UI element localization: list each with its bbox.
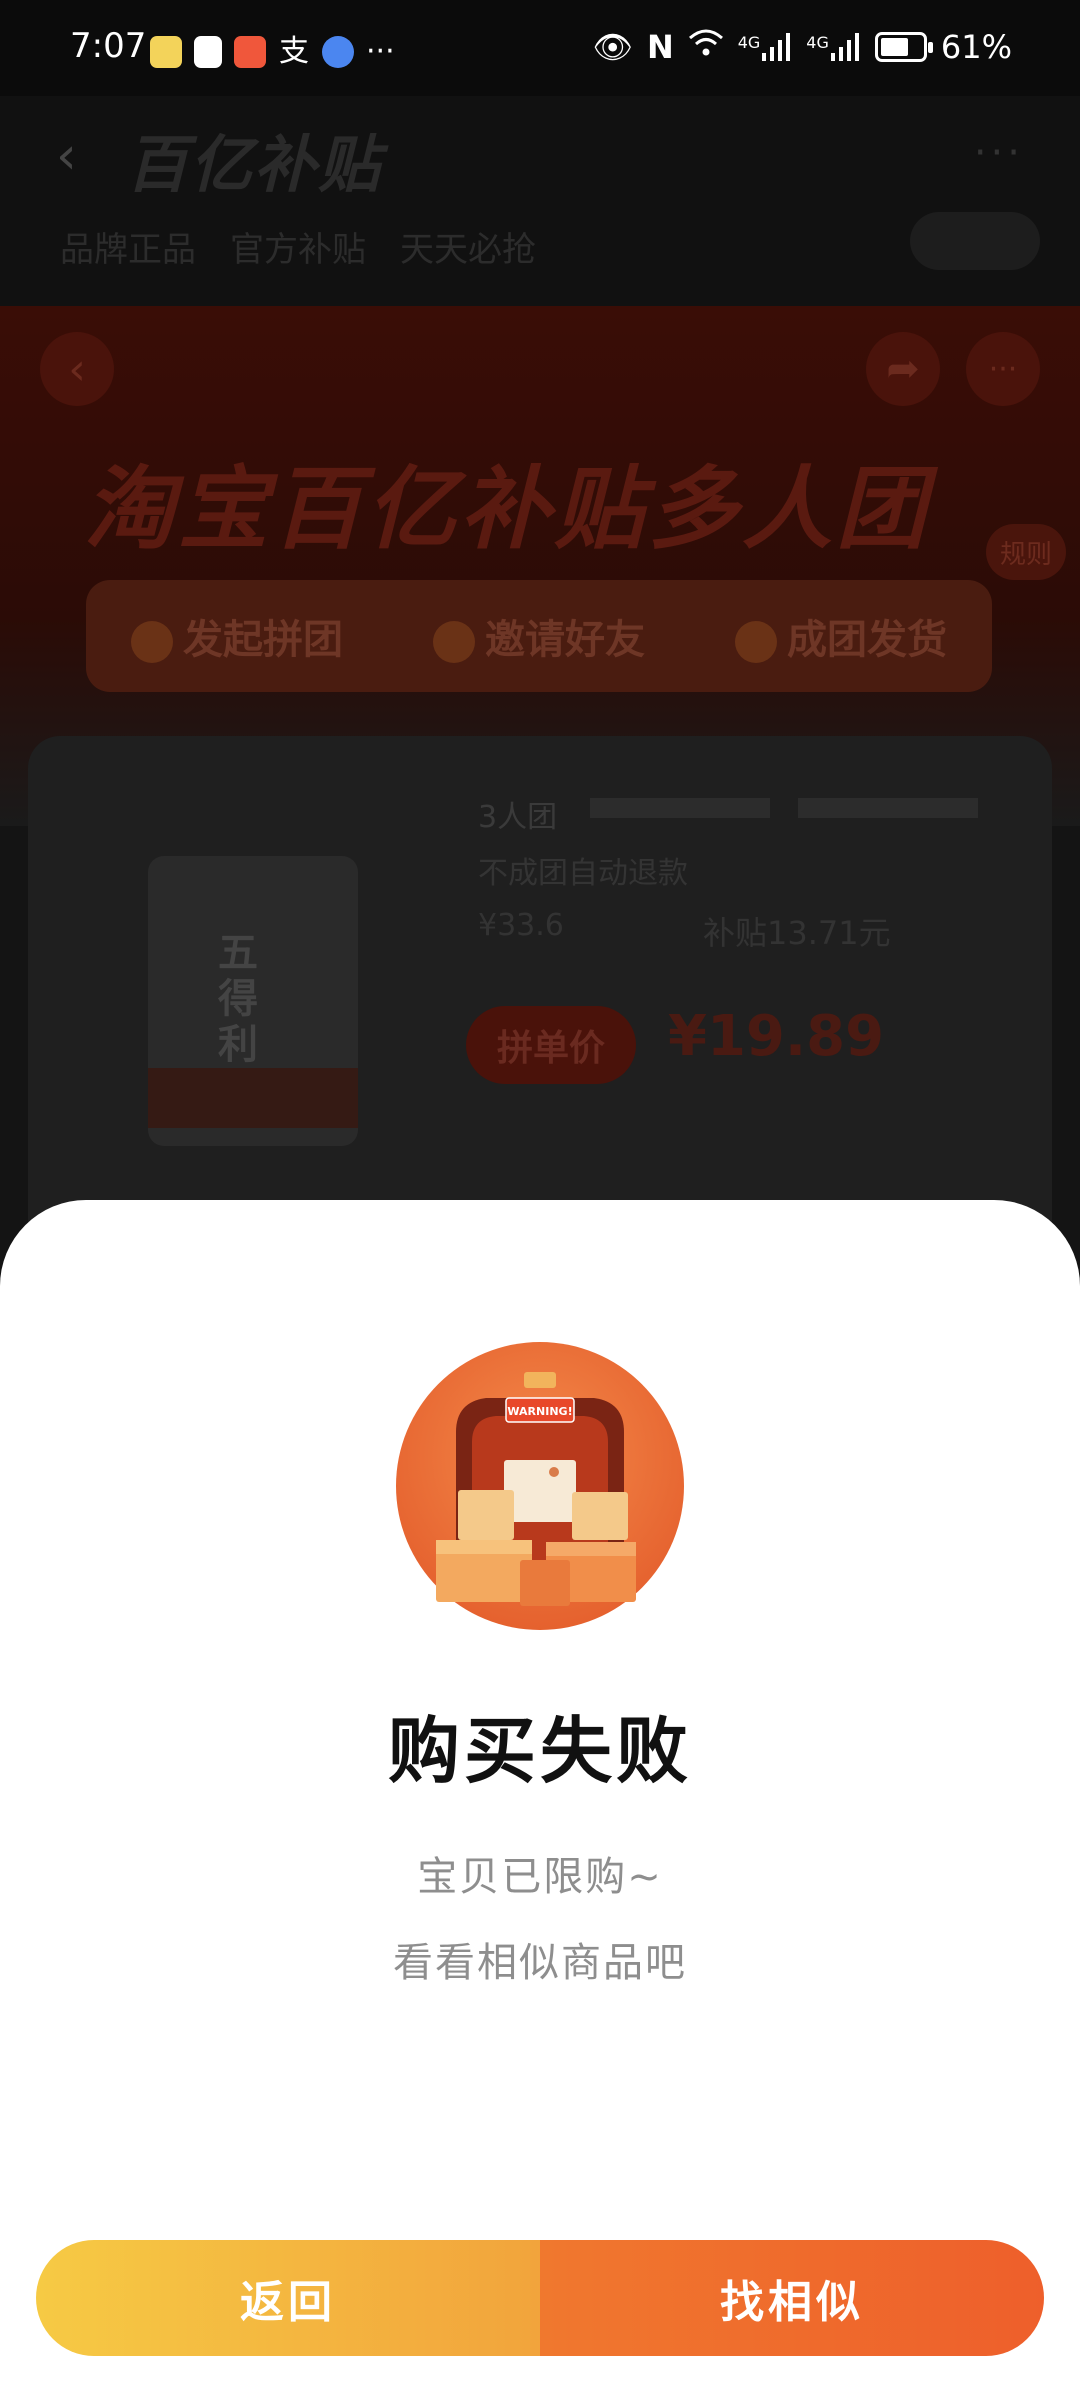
more-icon: ··· (966, 332, 1040, 406)
step-item: 邀请好友 (433, 607, 645, 665)
tag-item: 天天必抢 (400, 230, 536, 270)
svg-text:WARNING!: WARNING! (507, 1405, 572, 1418)
delivery-van-illustration: WARNING! (396, 1342, 684, 1630)
header-pill (910, 212, 1040, 270)
back-icon: ‹ (56, 126, 77, 186)
modal-subtitle: 宝贝已限购~ (417, 1854, 663, 1900)
original-price: ¥33.6 (478, 908, 564, 943)
banner-title: 淘宝百亿补贴多人团 (84, 457, 930, 562)
network-type-label: 4G (737, 33, 761, 52)
more-icon: ··· (973, 130, 1024, 176)
redacted-bar (798, 798, 978, 818)
app-notification-icon (322, 35, 354, 68)
refund-note: 不成团自动退款 (478, 856, 688, 891)
step-item: 发起拼团 (131, 607, 343, 665)
signal-icon: 4G (806, 33, 861, 61)
system-indicators: 👁 N 4G 4G 61% (592, 28, 1012, 66)
action-buttons: 返回 找相似 (36, 2240, 1044, 2356)
alipay-icon: 支 (279, 33, 309, 69)
step-icon (131, 621, 173, 663)
status-bar: 7:07 支 ··· 👁 N 4G 4G 61% (0, 0, 1080, 96)
tag-item: 品牌正品 (60, 230, 196, 270)
app-notification-icon (150, 35, 182, 68)
group-price: ¥19.89 (668, 1004, 885, 1069)
product-package-text: 五得利 (218, 930, 258, 1068)
wifi-icon (688, 28, 724, 66)
share-icon: ➦ (866, 332, 940, 406)
nfc-icon: N (646, 28, 674, 66)
group-steps: 发起拼团 邀请好友 成团发货 (86, 580, 992, 692)
modal-subtitle: 看看相似商品吧 (393, 1940, 687, 1986)
step-label: 成团发货 (787, 617, 947, 663)
app-notification-icon (194, 35, 222, 68)
purchase-failed-sheet: WARNING! 购买失败 宝贝已限购~ 看看相似商品吧 返回 找相似 (0, 1200, 1080, 2400)
notification-icons: 支 ··· (150, 34, 395, 69)
tag-item: 官方补贴 (230, 230, 366, 270)
header-title: 百亿补贴 (126, 128, 383, 201)
background-header: ‹ 百亿补贴 ··· 品牌正品 官方补贴 天天必抢 (0, 96, 1080, 306)
signal-icon: 4G (738, 33, 793, 61)
product-package-strip (148, 1068, 358, 1128)
header-tags: 品牌正品 官方补贴 天天必抢 (60, 222, 536, 271)
status-time: 7:07 (70, 26, 147, 66)
price-label-pill: 拼单价 (466, 1006, 636, 1084)
rules-badge: 规则 (986, 524, 1066, 580)
eye-icon: 👁 (592, 28, 633, 66)
step-icon (735, 621, 777, 663)
app-notification-icon (234, 35, 266, 68)
product-image: 五得利 (148, 856, 358, 1146)
back-button[interactable]: 返回 (36, 2240, 540, 2356)
find-similar-button[interactable]: 找相似 (540, 2240, 1044, 2356)
modal-title: 购买失败 (387, 1709, 692, 1793)
step-icon (433, 621, 475, 663)
redacted-bar (590, 798, 770, 818)
group-size: 3人团 (478, 800, 558, 835)
step-item: 成团发货 (735, 607, 947, 665)
battery-percent: 61% (940, 28, 1012, 66)
network-type-label: 4G (806, 33, 829, 52)
back-icon: ‹ (40, 332, 114, 406)
battery-icon (874, 32, 933, 62)
step-label: 邀请好友 (485, 617, 645, 663)
step-label: 发起拼团 (183, 617, 343, 663)
more-notifications-icon: ··· (366, 34, 395, 69)
subsidy-amount: 补贴13.71元 (703, 914, 891, 952)
